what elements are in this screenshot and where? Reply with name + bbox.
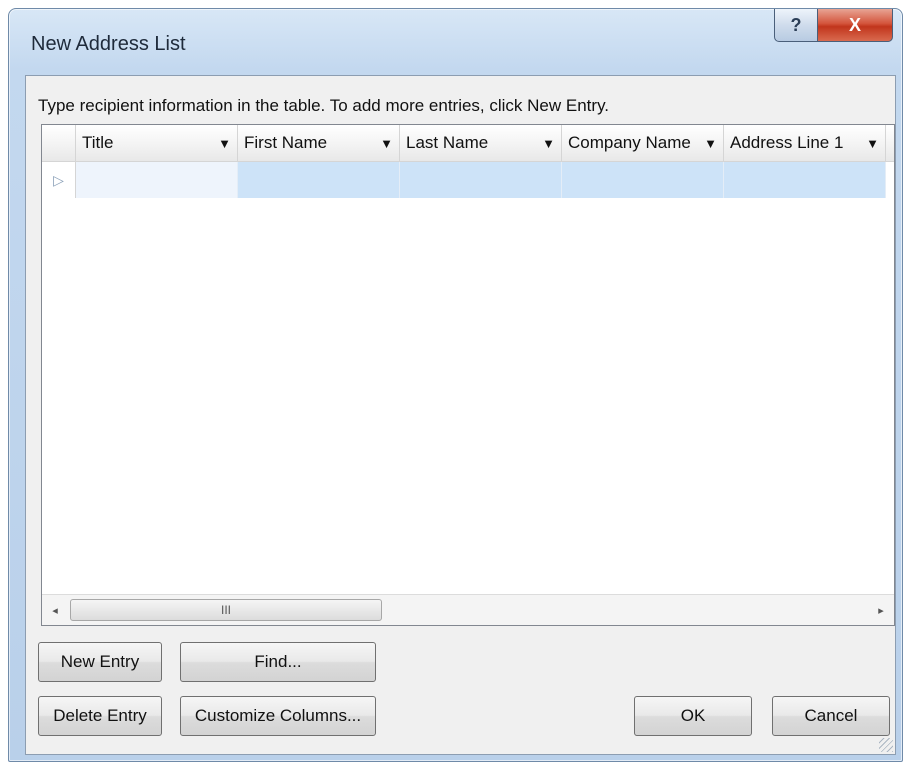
address-table: Title ▼ First Name ▼ Last Name ▼ Company… — [41, 124, 895, 626]
table-corner — [42, 125, 76, 161]
scroll-right-icon[interactable]: ▸ — [868, 595, 894, 625]
column-label: Title — [82, 133, 114, 152]
row-indicator-icon[interactable]: ▷ — [42, 162, 76, 198]
thumb-grip-icon: III — [220, 603, 231, 617]
table-header-row: Title ▼ First Name ▼ Last Name ▼ Company… — [42, 125, 894, 162]
delete-entry-button[interactable]: Delete Entry — [38, 696, 162, 736]
column-header-address-line-1[interactable]: Address Line 1 ▼ — [724, 125, 886, 161]
close-icon: X — [848, 14, 861, 35]
cell-last-name[interactable] — [400, 162, 562, 198]
title-bar: New Address List ? X — [9, 9, 902, 75]
ok-button[interactable]: OK — [634, 696, 752, 736]
new-address-list-dialog: New Address List ? X Type recipient info… — [8, 8, 903, 762]
dropdown-arrow-icon[interactable]: ▼ — [542, 136, 555, 151]
find-button[interactable]: Find... — [180, 642, 376, 682]
dropdown-arrow-icon[interactable]: ▼ — [704, 136, 717, 151]
scrollbar-thumb[interactable]: III — [70, 599, 382, 621]
column-label: Address Line 1 — [730, 133, 844, 152]
column-header-company-name[interactable]: Company Name ▼ — [562, 125, 724, 161]
close-button[interactable]: X — [817, 9, 893, 42]
table-row[interactable]: ▷ — [42, 162, 894, 198]
customize-columns-button[interactable]: Customize Columns... — [180, 696, 376, 736]
scroll-left-icon[interactable]: ◂ — [42, 595, 68, 625]
cell-address-line-1[interactable] — [724, 162, 886, 198]
dropdown-arrow-icon[interactable]: ▼ — [380, 136, 393, 151]
cell-title[interactable] — [76, 162, 238, 198]
column-label: First Name — [244, 133, 328, 152]
help-button[interactable]: ? — [774, 9, 818, 42]
new-entry-button[interactable]: New Entry — [38, 642, 162, 682]
dropdown-arrow-icon[interactable]: ▼ — [866, 136, 879, 151]
instructions-text: Type recipient information in the table.… — [38, 96, 610, 115]
resize-grip-icon[interactable] — [879, 738, 893, 752]
dialog-title: New Address List — [31, 33, 186, 55]
cell-company-name[interactable] — [562, 162, 724, 198]
dialog-body: Type recipient information in the table.… — [25, 75, 896, 755]
help-icon: ? — [790, 14, 802, 35]
column-label: Company Name — [568, 133, 691, 152]
horizontal-scrollbar[interactable]: ◂ III ▸ — [42, 594, 894, 625]
column-label: Last Name — [406, 133, 489, 152]
column-header-first-name[interactable]: First Name ▼ — [238, 125, 400, 161]
cell-first-name[interactable] — [238, 162, 400, 198]
dropdown-arrow-icon[interactable]: ▼ — [218, 136, 231, 151]
column-header-last-name[interactable]: Last Name ▼ — [400, 125, 562, 161]
cancel-button[interactable]: Cancel — [772, 696, 890, 736]
column-header-title[interactable]: Title ▼ — [76, 125, 238, 161]
